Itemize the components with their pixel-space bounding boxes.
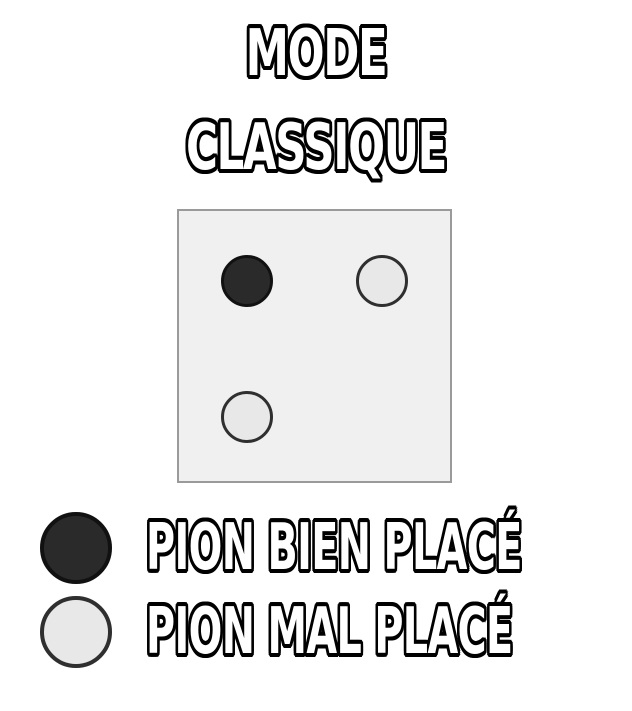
light-peg-icon xyxy=(40,596,112,668)
legend-item-mal-place: PION MAL PLACÉ xyxy=(0,596,632,668)
light-peg-icon xyxy=(356,255,408,307)
dark-peg-icon xyxy=(40,512,112,584)
title-line-1: MODE xyxy=(245,17,388,91)
light-peg-icon xyxy=(221,391,273,443)
title-line-2: CLASSIQUE xyxy=(185,111,447,185)
legend-label: PION MAL PLACÉ xyxy=(146,595,513,669)
legend-item-bien-place: PION BIEN PLACÉ xyxy=(0,512,632,584)
legend-label: PION BIEN PLACÉ xyxy=(146,511,522,585)
feedback-board xyxy=(177,209,452,483)
dark-peg-icon xyxy=(221,255,273,307)
